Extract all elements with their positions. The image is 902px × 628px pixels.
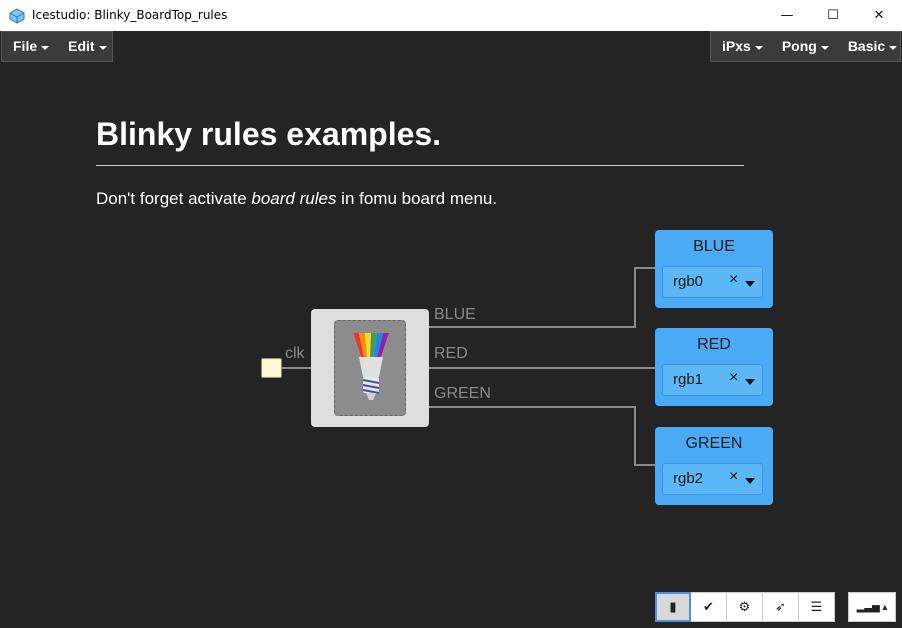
blinky-block[interactable] [311, 309, 429, 427]
output-name: RED [697, 336, 731, 353]
clk-port-label: clk [285, 345, 305, 362]
clear-icon[interactable]: × [729, 468, 738, 486]
pin-select[interactable]: rgb0 × [662, 266, 763, 298]
chevron-down-icon[interactable] [745, 379, 755, 385]
pin-select[interactable]: rgb1 × [662, 364, 763, 396]
pin-value: rgb1 [673, 371, 704, 388]
bottom-toolbar: ▮ ✔ ⚙ ➶ ☰ [655, 592, 835, 622]
output-block-green[interactable]: GREEN rgb2 × [655, 427, 773, 505]
align-left-icon: ☰ [810, 599, 823, 614]
pin-select[interactable]: rgb2 × [662, 463, 763, 495]
gear-icon: ⚙ [738, 599, 751, 614]
pin-value: rgb0 [673, 273, 704, 290]
upload-button[interactable]: ➶ [763, 592, 799, 622]
output-name: GREEN [685, 435, 743, 452]
build-button[interactable]: ⚙ [727, 592, 763, 622]
block-output-label-green: GREEN [434, 385, 491, 402]
clear-icon[interactable]: × [729, 369, 738, 387]
output-block-blue[interactable]: BLUE rgb0 × [655, 230, 773, 308]
bar-chart-icon: ▂▃▅ ▴ [856, 601, 888, 613]
clk-input-port[interactable] [261, 358, 282, 378]
block-image-frame [334, 320, 406, 416]
chevron-down-icon[interactable] [745, 478, 755, 484]
log-button[interactable]: ☰ [799, 592, 835, 622]
wire-green [429, 406, 655, 466]
rocket-icon: ➶ [775, 599, 786, 614]
stats-toolbar: ▂▃▅ ▴ [848, 592, 896, 622]
output-name: BLUE [693, 238, 735, 255]
output-block-red[interactable]: RED rgb1 × [655, 328, 773, 406]
rgb-bulb-icon [353, 333, 389, 400]
chevron-down-icon[interactable] [745, 281, 755, 287]
stats-button[interactable]: ▂▃▅ ▴ [848, 592, 896, 622]
board-button[interactable]: ▮ [655, 592, 691, 622]
chip-icon: ▮ [669, 599, 677, 614]
verify-button[interactable]: ✔ [691, 592, 727, 622]
pin-value: rgb2 [673, 470, 704, 487]
block-output-label-red: RED [434, 345, 468, 362]
block-output-label-blue: BLUE [434, 306, 476, 323]
clear-icon[interactable]: × [729, 271, 738, 289]
check-icon: ✔ [703, 599, 714, 614]
